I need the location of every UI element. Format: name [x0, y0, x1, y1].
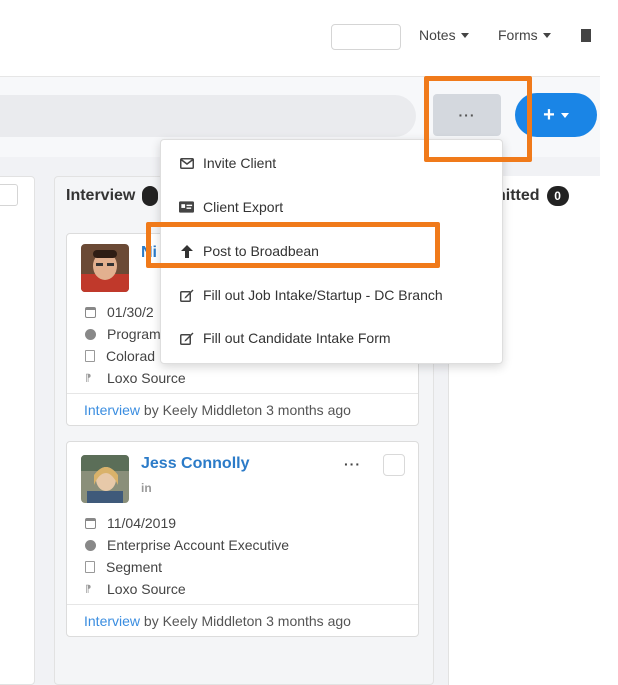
- job-title: Enterprise Account Executive: [107, 537, 290, 553]
- calendar-icon: [85, 517, 96, 529]
- menu-item-label: Fill out Candidate Intake Form: [203, 330, 391, 346]
- avatar: [81, 244, 129, 292]
- card-footer: Interview by Keely Middleton 3 months ag…: [67, 604, 418, 636]
- job-title-row: Enterprise Account Executive: [85, 537, 289, 553]
- column-header-interview: Interview: [66, 186, 159, 206]
- envelope-icon: [179, 157, 194, 169]
- forms-menu[interactable]: Forms: [498, 27, 551, 43]
- column-count-badge: [142, 186, 159, 206]
- card-footer: Interview by Keely Middleton 3 months ag…: [67, 393, 418, 425]
- rss-icon: ⁋: [85, 583, 92, 595]
- source: Loxo Source: [107, 370, 186, 386]
- chevron-down-icon: [542, 32, 551, 38]
- menu-item-job-intake-form[interactable]: Fill out Job Intake/Startup - DC Branch: [179, 287, 443, 303]
- source-row: ⁋ Loxo Source: [85, 581, 186, 597]
- pipeline-column-previous: [0, 176, 35, 685]
- card-menu-button[interactable]: ···: [344, 456, 361, 472]
- plus-icon: +: [543, 103, 555, 126]
- search-input[interactable]: [0, 95, 416, 137]
- page-edge: [600, 0, 618, 685]
- building-icon: [85, 350, 95, 362]
- menu-item-label: Invite Client: [203, 155, 277, 171]
- menu-item-invite-client[interactable]: Invite Client: [179, 155, 276, 171]
- interview-date-row: 11/04/2019: [85, 515, 176, 531]
- calendar-icon: [85, 306, 96, 318]
- menu-item-client-export[interactable]: Client Export: [179, 199, 283, 215]
- chevron-down-icon: [560, 112, 569, 118]
- linkedin-icon[interactable]: in: [141, 481, 152, 495]
- chevron-down-icon: [460, 32, 469, 38]
- stage-link[interactable]: Interview: [84, 613, 140, 629]
- candidate-name[interactable]: Jess Connolly: [141, 455, 249, 473]
- interview-date: 11/04/2019: [107, 515, 177, 531]
- notes-menu[interactable]: Notes: [419, 27, 469, 43]
- menu-item-candidate-intake-form[interactable]: Fill out Candidate Intake Form: [179, 330, 391, 346]
- job-title: Program: [107, 326, 161, 342]
- activity-text: by Keely Middleton 3 months ago: [140, 402, 351, 418]
- column-checkbox[interactable]: [0, 184, 18, 206]
- edit-icon: [179, 289, 194, 302]
- interview-date: 01/30/2: [107, 304, 154, 320]
- location: Colorad: [106, 348, 156, 364]
- id-card-icon: [179, 201, 194, 213]
- candidate-card[interactable]: Jess Connolly in ··· 11/04/2019 Enterpri…: [66, 441, 419, 637]
- column-count-badge: 0: [546, 186, 569, 206]
- notes-label: Notes: [419, 27, 456, 43]
- forms-label: Forms: [498, 27, 538, 43]
- avatar: [81, 455, 129, 503]
- activity-text: by Keely Middleton 3 months ago: [140, 613, 351, 629]
- location-row: Segment: [85, 559, 162, 575]
- highlight-post-to-broadbean: [146, 222, 440, 268]
- column-title: Interview: [66, 187, 136, 204]
- card-checkbox[interactable]: [383, 454, 405, 476]
- edit-icon: [179, 332, 194, 345]
- building-icon: [85, 561, 95, 573]
- briefcase-icon: [85, 328, 96, 340]
- top-search-box[interactable]: [331, 24, 401, 50]
- column-header-submitted: nitted 0: [496, 186, 569, 206]
- menu-item-label: Client Export: [203, 199, 284, 215]
- stage-link[interactable]: Interview: [84, 402, 140, 418]
- location: Segment: [106, 559, 163, 575]
- source: Loxo Source: [107, 581, 186, 597]
- menu-item-label: Fill out Job Intake/Startup - DC Branch: [203, 287, 443, 303]
- highlight-more-button: [424, 76, 532, 162]
- document-icon[interactable]: [581, 29, 591, 42]
- rss-icon: ⁋: [85, 372, 92, 384]
- briefcase-icon: [85, 539, 96, 551]
- source-row: ⁋ Loxo Source: [85, 370, 186, 386]
